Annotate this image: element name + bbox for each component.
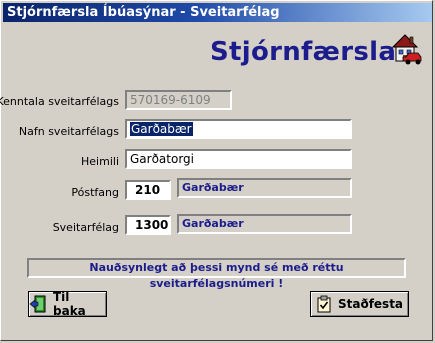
back-button-label: Til baka (53, 290, 86, 318)
postfang-name-display: Garðabær (177, 178, 352, 198)
postfang-label: Póstfang (71, 186, 119, 199)
back-button[interactable]: Til baka (28, 290, 107, 318)
sveitarfelag-name: Garðabær (182, 217, 244, 230)
nafn-field[interactable]: Garðabær (125, 119, 352, 139)
window-title: Stjórnfærsla Íbúasýnar - Sveitarfélag (3, 3, 432, 22)
heimili-field[interactable]: Garðatorgi (125, 149, 352, 169)
sveitarfelag-label: Sveitarfélag (52, 221, 119, 234)
heimili-label: Heimili (81, 155, 119, 168)
heimili-value: Garðatorgi (130, 152, 195, 166)
notice-message: Nauðsynlegt að þessi mynd sé með réttu s… (27, 258, 406, 290)
nafn-value: Garðabær (130, 122, 193, 136)
sveitarfelag-name-display: Garðabær (177, 214, 352, 234)
nafn-label: Nafn sveitarfélags (18, 125, 119, 138)
postfang-number: 210 (135, 183, 161, 197)
door-exit-icon (29, 295, 47, 313)
clipboard-check-icon (316, 295, 332, 313)
page-title: Stjórnfærsla (210, 37, 397, 67)
postfang-name: Garðabær (182, 181, 244, 194)
kennitala-field[interactable]: 570169-6109 (125, 90, 232, 110)
confirm-button[interactable]: Staðfesta (310, 291, 409, 317)
postfang-number-field[interactable]: 210 (125, 180, 171, 200)
sveitarfelag-number-field[interactable]: 1300 (125, 215, 171, 235)
app-window: Stjórnfærsla Íbúasýnar - Sveitarfélag St… (0, 0, 433, 341)
sveitarfelag-number: 1300 (135, 218, 169, 232)
confirm-button-label: Staðfesta (337, 297, 404, 311)
kennitala-label: Kenntala sveitarfélags (0, 95, 119, 108)
kennitala-value: 570169-6109 (130, 93, 211, 107)
house-car-icon (389, 31, 425, 69)
